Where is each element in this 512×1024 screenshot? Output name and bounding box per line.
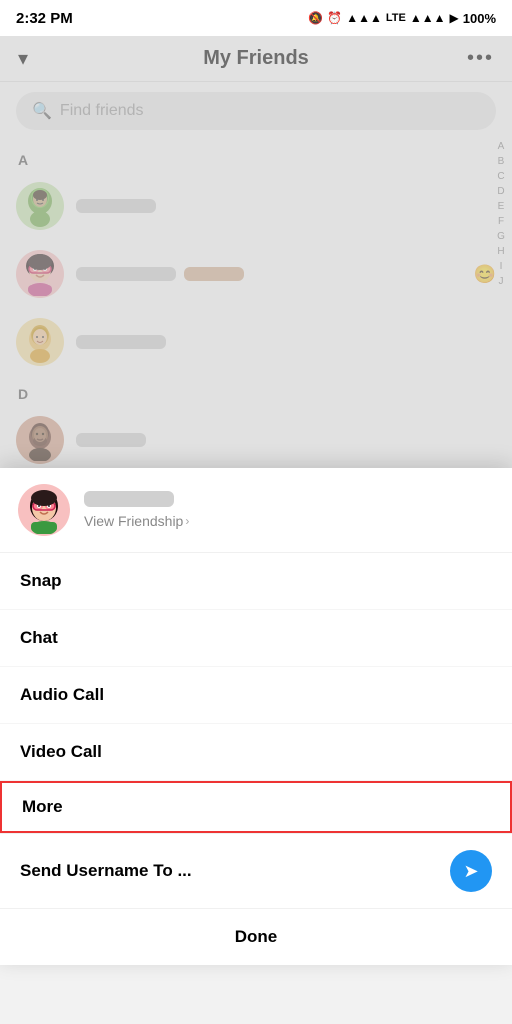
status-bar: 2:32 PM 🔕 ⏰ ▲▲▲ LTE ▲▲▲ ▶ 100% bbox=[0, 0, 512, 36]
friend-name-blur bbox=[76, 335, 166, 349]
send-username-label: Send Username To ... bbox=[20, 861, 192, 881]
friend-name-blur bbox=[76, 267, 176, 281]
chevron-down-button[interactable]: ▾ bbox=[18, 46, 28, 71]
avatar bbox=[16, 318, 64, 366]
avatar-bitmoji-green bbox=[22, 185, 58, 227]
more-menu-item[interactable]: More bbox=[0, 781, 512, 833]
friend-info bbox=[76, 267, 462, 281]
emoji-icon: 😊 bbox=[474, 264, 496, 285]
friend-info bbox=[76, 335, 496, 349]
avatar bbox=[16, 182, 64, 230]
overlay-avatar-bitmoji bbox=[22, 486, 66, 534]
friend-name-blur bbox=[76, 199, 156, 213]
send-icon: ➤ bbox=[463, 861, 478, 882]
status-time: 2:32 PM bbox=[16, 10, 73, 27]
lte-icon: LTE bbox=[386, 12, 406, 24]
search-icon: 🔍 bbox=[32, 101, 52, 121]
friend-item[interactable]: 😊 bbox=[0, 240, 512, 308]
avatar-bitmoji-pink bbox=[20, 252, 60, 296]
done-button[interactable]: Done bbox=[0, 909, 512, 965]
view-friendship-button[interactable]: View Friendship › bbox=[84, 513, 189, 529]
more-options-button[interactable]: ••• bbox=[467, 47, 494, 70]
friend-item[interactable] bbox=[0, 308, 512, 376]
friend-extra-blur bbox=[184, 267, 244, 281]
overlay-user-info: View Friendship › bbox=[84, 491, 189, 529]
header: ▾ My Friends ••• bbox=[0, 36, 512, 82]
page-title: My Friends bbox=[58, 47, 454, 70]
search-container: 🔍 Find friends bbox=[0, 82, 512, 142]
chat-menu-item[interactable]: Chat bbox=[0, 610, 512, 667]
send-button[interactable]: ➤ bbox=[450, 850, 492, 892]
section-letter-a: A bbox=[0, 142, 512, 172]
chevron-right-icon: › bbox=[185, 514, 189, 528]
friend-info bbox=[76, 199, 496, 213]
alpha-i[interactable]: I bbox=[494, 260, 508, 273]
snap-menu-item[interactable]: Snap bbox=[0, 553, 512, 610]
alpha-e[interactable]: E bbox=[494, 200, 508, 213]
battery-icon: 100% bbox=[463, 11, 496, 26]
friend-item[interactable] bbox=[0, 406, 512, 474]
search-box[interactable]: 🔍 Find friends bbox=[16, 92, 496, 130]
alpha-a[interactable]: A bbox=[494, 140, 508, 153]
mute-icon: 🔕 bbox=[308, 11, 323, 25]
header-right: ••• bbox=[454, 47, 494, 70]
avatar-bitmoji-brown bbox=[22, 419, 58, 461]
alpha-j[interactable]: J bbox=[494, 275, 508, 288]
friend-info bbox=[76, 433, 496, 447]
audio-call-menu-item[interactable]: Audio Call bbox=[0, 667, 512, 724]
status-icons: 🔕 ⏰ ▲▲▲ LTE ▲▲▲ ▶ 100% bbox=[308, 11, 496, 26]
wifi2-icon: ▶ bbox=[450, 11, 459, 25]
avatar-bitmoji-yellow bbox=[22, 321, 58, 363]
friend-info-row bbox=[76, 267, 462, 281]
signal-icon: ▲▲▲ bbox=[346, 11, 382, 25]
alpha-g[interactable]: G bbox=[494, 230, 508, 243]
search-input[interactable]: Find friends bbox=[60, 102, 144, 120]
wifi-icon: ▲▲▲ bbox=[410, 11, 446, 25]
alpha-h[interactable]: H bbox=[494, 245, 508, 258]
header-left: ▾ bbox=[18, 46, 58, 71]
section-letter-d: D bbox=[0, 376, 512, 406]
avatar bbox=[16, 416, 64, 464]
alpha-b[interactable]: B bbox=[494, 155, 508, 168]
video-call-menu-item[interactable]: Video Call bbox=[0, 724, 512, 781]
alpha-c[interactable]: C bbox=[494, 170, 508, 183]
avatar bbox=[16, 250, 64, 298]
alpha-f[interactable]: F bbox=[494, 215, 508, 228]
alpha-index: A B C D E F G H I J bbox=[494, 140, 508, 288]
overlay-avatar bbox=[18, 484, 70, 536]
overlay-header: View Friendship › bbox=[0, 468, 512, 553]
overlay-username-blur bbox=[84, 491, 174, 507]
friend-item[interactable] bbox=[0, 172, 512, 240]
alpha-d[interactable]: D bbox=[494, 185, 508, 198]
friend-action-sheet: View Friendship › Snap Chat Audio Call V… bbox=[0, 468, 512, 965]
friends-list: A bbox=[0, 142, 512, 478]
send-username-row[interactable]: Send Username To ... ➤ bbox=[0, 833, 512, 909]
friend-name-blur bbox=[76, 433, 146, 447]
alarm-icon: ⏰ bbox=[327, 11, 342, 25]
